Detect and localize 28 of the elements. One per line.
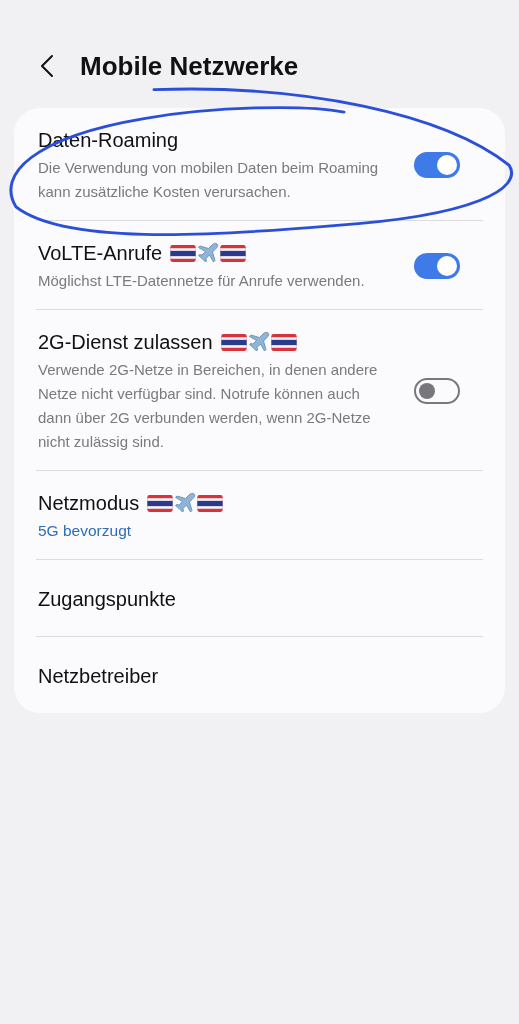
setting-description: Möglichst LTE-Datennetze für Anrufe verwenden.	[38, 271, 366, 291]
flag-icon	[147, 493, 174, 513]
settings-item[interactable]: VoLTE-Anrufe Möglichst LTE-Datennetze für Anrufe verwenden.	[36, 221, 483, 309]
settings-item[interactable]: Zugangspunkte	[36, 560, 483, 636]
flag-icon	[197, 493, 224, 513]
settings-item[interactable]: Netzbetreiber	[36, 637, 483, 713]
airplane-icon	[246, 330, 271, 354]
flag-icon	[220, 243, 247, 263]
airplane-icon	[173, 491, 198, 515]
page-title: Mobile Netzwerke	[80, 50, 299, 82]
setting-description: Verwende 2G-Netze in Bereichen, in denen andere Netze nicht verfügbar sind. Notrufe können auch dann über 2G verbunden werden, wenn 2G-Netze nicht zulässig sind.	[38, 360, 379, 452]
toggle-switch[interactable]	[414, 378, 460, 404]
setting-title: Zugangspunkte	[38, 587, 176, 612]
setting-value: 5G bevorzugt	[38, 521, 133, 541]
setting-title: 2G-Dienst zulassen	[38, 330, 213, 355]
airplane-icon	[196, 241, 221, 265]
flag-icon	[270, 332, 297, 352]
toggle-switch[interactable]	[414, 253, 460, 279]
setting-title: VoLTE-Anrufe	[38, 241, 163, 266]
toggle-switch[interactable]	[414, 152, 460, 178]
setting-title: Netzmodus	[38, 491, 140, 516]
settings-item[interactable]: Netzmodus 5G bevorzugt	[36, 471, 483, 559]
setting-title: Netzbetreiber	[38, 664, 159, 689]
flag-icon	[170, 243, 197, 263]
back-icon[interactable]	[40, 54, 54, 78]
setting-description: Die Verwendung von mobilen Daten beim Roaming kann zusätzliche Kosten verursachen.	[38, 158, 380, 202]
flag-icon	[220, 332, 247, 352]
settings-item[interactable]: 2G-Dienst zulassen Verwende 2G-Netze in Bereichen, in denen andere Netze nicht verfügbar sind. Notrufe können auch dann über 2G verbunden werden, wenn 2G-Netze nicht zulässig sind.	[36, 310, 483, 470]
